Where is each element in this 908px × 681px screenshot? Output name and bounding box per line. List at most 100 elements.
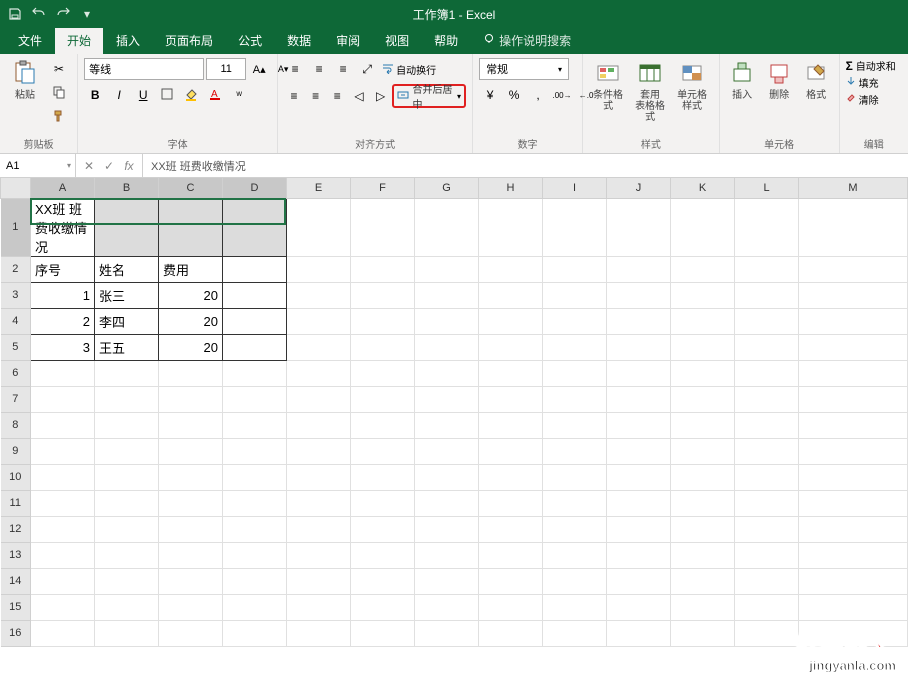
redo-icon[interactable] [54,5,72,23]
bold-button[interactable]: B [84,84,106,106]
formula-input[interactable]: XX班 班费收缴情况 [143,158,908,174]
row-header-16[interactable]: 16 [1,620,31,646]
col-header-G[interactable]: G [415,178,479,198]
row-header-7[interactable]: 7 [1,386,31,412]
align-center-button[interactable]: ≡ [306,85,326,107]
conditional-format-button[interactable]: 条件格式 [589,58,627,112]
tab-view[interactable]: 视图 [373,27,421,54]
qat-dropdown-icon[interactable]: ▾ [78,5,96,23]
row-header-11[interactable]: 11 [1,490,31,516]
cell-I1[interactable] [543,198,607,256]
fill-button[interactable]: 填充 [846,75,879,90]
format-as-table-button[interactable]: 套用 表格格式 [631,58,669,123]
currency-button[interactable]: ¥ [479,84,501,106]
cell-D1[interactable] [223,198,287,256]
comma-button[interactable]: , [527,84,549,106]
col-header-F[interactable]: F [351,178,415,198]
worksheet-grid[interactable]: A B C D E F G H I J K L M 1 XX班 班费收缴情况 [0,178,908,681]
cell-B3[interactable]: 张三 [95,282,159,308]
increase-font-button[interactable]: A▴ [248,58,270,80]
tab-formulas[interactable]: 公式 [226,27,274,54]
fx-button[interactable]: fx [120,159,138,173]
tab-insert[interactable]: 插入 [104,27,152,54]
align-bottom-button[interactable]: ≡ [332,58,354,80]
number-format-select[interactable]: 常规 ▾ [479,58,569,80]
cell-D4[interactable] [223,308,287,334]
border-button[interactable] [156,84,178,106]
align-left-button[interactable]: ≡ [284,85,304,107]
row-header-12[interactable]: 12 [1,516,31,542]
cell-C2[interactable]: 费用 [159,256,223,282]
ruby-button[interactable]: ᵂ [228,84,250,106]
merge-center-button[interactable]: 合并后居中 ▾ [392,84,466,108]
row-header-15[interactable]: 15 [1,594,31,620]
cell-L1[interactable] [735,198,799,256]
row-header-6[interactable]: 6 [1,360,31,386]
undo-icon[interactable] [30,5,48,23]
col-header-L[interactable]: L [735,178,799,198]
row-header-5[interactable]: 5 [1,334,31,360]
row-header-14[interactable]: 14 [1,568,31,594]
tell-me-search[interactable]: 操作说明搜索 [471,27,583,54]
percent-button[interactable]: % [503,84,525,106]
cell-B5[interactable]: 王五 [95,334,159,360]
cell-B4[interactable]: 李四 [95,308,159,334]
cell-G1[interactable] [415,198,479,256]
row-header-10[interactable]: 10 [1,464,31,490]
enter-button[interactable]: ✓ [100,159,118,173]
cell-D5[interactable] [223,334,287,360]
col-header-C[interactable]: C [159,178,223,198]
cell-A2[interactable]: 序号 [31,256,95,282]
select-all-button[interactable] [1,178,31,198]
tab-file[interactable]: 文件 [6,27,54,54]
font-size-input[interactable]: 11 [206,58,246,80]
delete-cells-button[interactable]: 删除 [763,58,796,101]
col-header-H[interactable]: H [479,178,543,198]
underline-button[interactable]: U [132,84,154,106]
row-header-13[interactable]: 13 [1,542,31,568]
cell-C1[interactable] [159,198,223,256]
font-color-button[interactable]: A [204,84,226,106]
tab-layout[interactable]: 页面布局 [153,27,225,54]
fill-color-button[interactable] [180,84,202,106]
row-header-1[interactable]: 1 [1,198,31,256]
cell-B2[interactable]: 姓名 [95,256,159,282]
cell-A3[interactable]: 1 [31,282,95,308]
format-cells-button[interactable]: 格式 [800,58,833,101]
row-header-2[interactable]: 2 [1,256,31,282]
tab-help[interactable]: 帮助 [422,27,470,54]
cell-J1[interactable] [607,198,671,256]
col-header-I[interactable]: I [543,178,607,198]
col-header-K[interactable]: K [671,178,735,198]
wrap-text-button[interactable]: 自动换行 [382,62,436,77]
cell-E1[interactable] [287,198,351,256]
autosum-button[interactable]: Σ 自动求和 [846,58,896,73]
cell-A1[interactable]: XX班 班费收缴情况 [31,198,95,256]
cell-F1[interactable] [351,198,415,256]
tab-home[interactable]: 开始 [55,27,103,54]
col-header-B[interactable]: B [95,178,159,198]
col-header-M[interactable]: M [799,178,908,198]
cell-D2[interactable] [223,256,287,282]
col-header-E[interactable]: E [287,178,351,198]
row-header-3[interactable]: 3 [1,282,31,308]
format-painter-button[interactable] [48,106,70,128]
align-middle-button[interactable]: ≡ [308,58,330,80]
tab-data[interactable]: 数据 [275,27,323,54]
increase-decimal-button[interactable]: .00→ [551,84,573,106]
row-header-9[interactable]: 9 [1,438,31,464]
increase-indent-button[interactable]: ▷ [371,85,391,107]
cell-styles-button[interactable]: 单元格样式 [673,58,711,112]
italic-button[interactable]: I [108,84,130,106]
cell-B1[interactable] [95,198,159,256]
paste-button[interactable]: 粘贴 [6,58,44,101]
cell-A5[interactable]: 3 [31,334,95,360]
align-top-button[interactable]: ≡ [284,58,306,80]
font-name-input[interactable]: 等线 [84,58,204,80]
cell-A4[interactable]: 2 [31,308,95,334]
cell-M1[interactable] [799,198,908,256]
row-header-8[interactable]: 8 [1,412,31,438]
align-right-button[interactable]: ≡ [327,85,347,107]
cell-K1[interactable] [671,198,735,256]
cell-C4[interactable]: 20 [159,308,223,334]
